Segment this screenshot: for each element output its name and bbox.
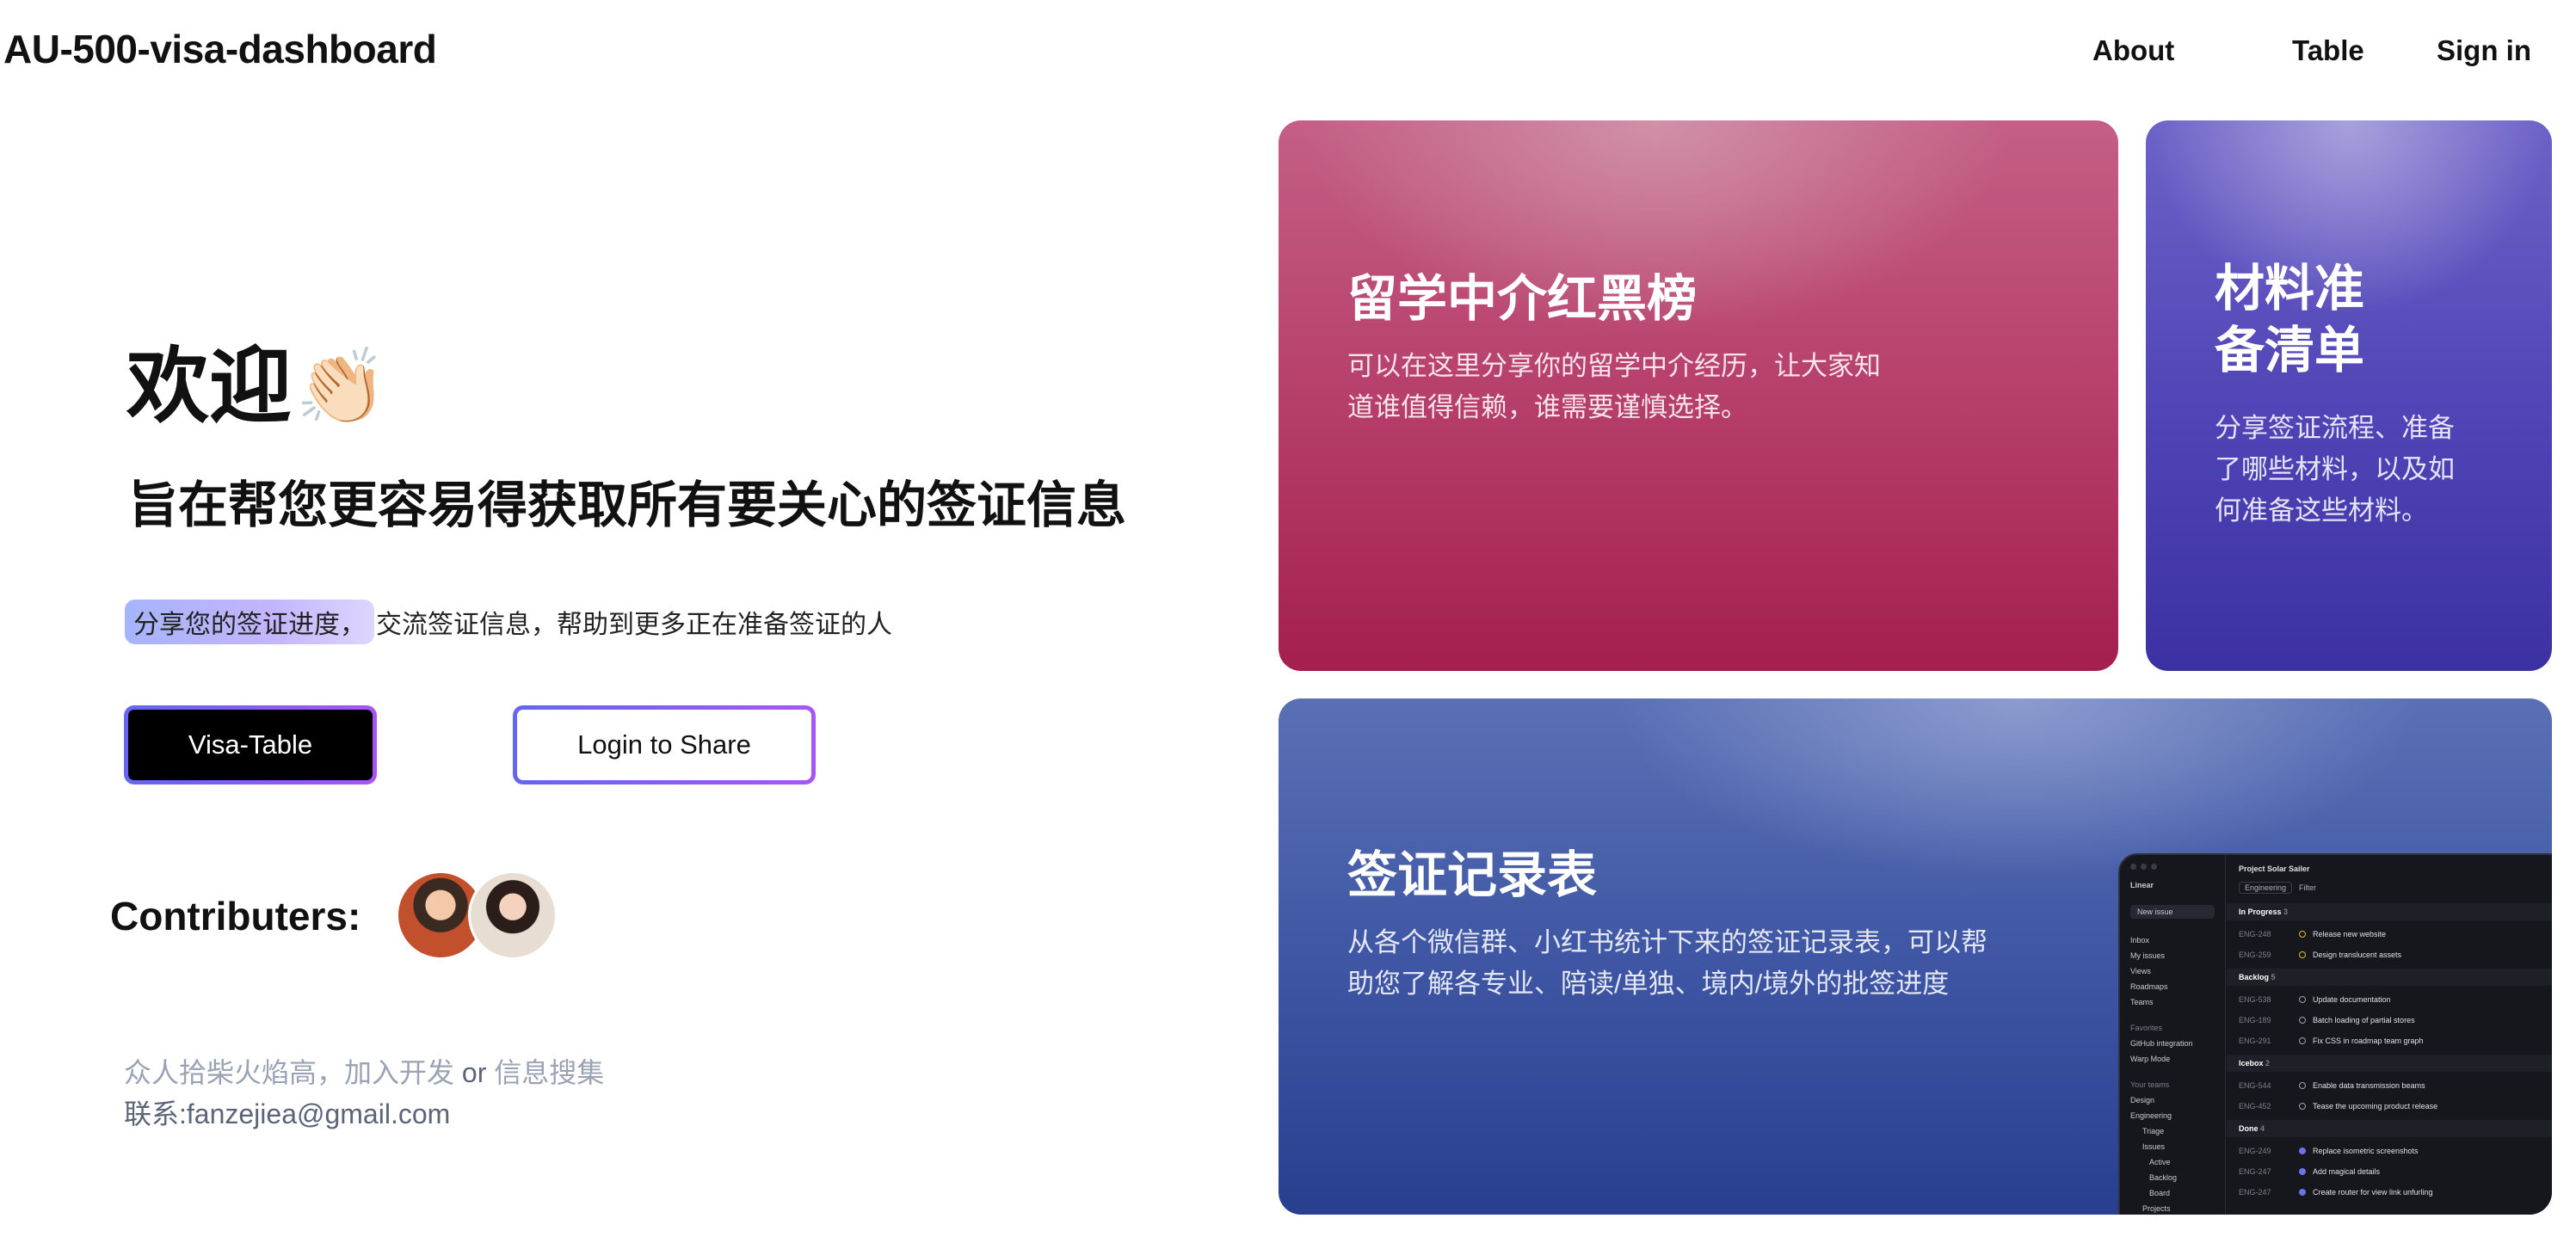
preview-issue-list: Project Solar Sailer Engineering Filter … xyxy=(2227,855,2552,1215)
nav-about-link[interactable]: About xyxy=(2092,34,2174,67)
preview-sidebar-item: GitHub integration xyxy=(2130,1039,2193,1048)
card-title: 签证记录表 xyxy=(1347,847,1598,903)
nav-signin-link[interactable]: Sign in xyxy=(2437,34,2531,67)
app-preview-screenshot: Linear New issue Inbox My issues Views R… xyxy=(2118,853,2552,1215)
clapping-hands-icon: 👏🏻 xyxy=(295,346,388,428)
join-message-or: or xyxy=(454,1057,495,1088)
preview-issue-row: ENG-291 Fix CSS in roadmap team graph xyxy=(2239,1037,2424,1045)
preview-workspace: Linear xyxy=(2130,881,2154,889)
preview-sidebar-item: Teams xyxy=(2130,998,2154,1006)
agency-ranking-card[interactable]: 留学中介红黑榜 可以在这里分享你的留学中介经历，让大家知 道谁值得信赖，谁需要谨… xyxy=(1279,120,2118,671)
welcome-heading: 欢迎 👏🏻 xyxy=(126,346,387,428)
card-title-line: 备清单 xyxy=(2215,323,2365,378)
preview-group-header: Done 4 xyxy=(2227,1120,2552,1137)
visa-table-button[interactable]: Visa-Table xyxy=(124,705,377,784)
preview-team-filter: Engineering xyxy=(2239,882,2293,894)
preview-issue-row: ENG-544 Enable data transmission beams xyxy=(2239,1081,2425,1090)
login-to-share-button[interactable]: Login to Share xyxy=(513,705,816,784)
preview-sidebar-item: Issues xyxy=(2142,1142,2166,1151)
preview-sidebar-item: Projects xyxy=(2142,1204,2171,1213)
join-message: 众人拾柴火焰高，加入开发 or 信息搜集 xyxy=(124,1051,604,1091)
preview-new-issue: New issue xyxy=(2130,905,2215,919)
preview-sidebar-item: Triage xyxy=(2142,1127,2165,1135)
card-description: 从各个微信群、小红书统计下来的签证记录表，可以帮 助您了解各专业、陪读/单独、境… xyxy=(1347,922,1987,1005)
preview-group-header: In Progress 3 xyxy=(2227,903,2552,920)
join-message-start: 众人拾柴火焰高，加入开发 xyxy=(124,1057,455,1088)
welcome-text: 欢迎 xyxy=(126,341,292,433)
visa-records-card[interactable]: 签证记录表 从各个微信群、小红书统计下来的签证记录表，可以帮 助您了解各专业、陪… xyxy=(1279,698,2552,1215)
preview-project-title: Project Solar Sailer xyxy=(2239,864,2310,873)
preview-sidebar-item: Warp Mode xyxy=(2130,1055,2171,1063)
preview-group-header: Icebox 2 xyxy=(2227,1055,2552,1072)
preview-sidebar-item: Design xyxy=(2130,1096,2155,1104)
preview-sidebar-item: Roadmaps xyxy=(2130,982,2168,991)
contributors-label: Contributers: xyxy=(110,894,361,938)
preview-favorites-label: Favorites xyxy=(2130,1024,2163,1032)
hero-subheading: 旨在帮您更容易得获取所有要关心的签证信息 xyxy=(128,477,1127,533)
contributor-avatar[interactable] xyxy=(468,871,558,960)
preview-sidebar-item: Engineering xyxy=(2130,1111,2172,1120)
preview-issue-row: ENG-249 Replace isometric screenshots xyxy=(2239,1147,2419,1155)
site-brand[interactable]: AU-500-visa-dashboard xyxy=(3,26,437,72)
card-description: 可以在这里分享你的留学中介经历，让大家知 道谁值得信赖，谁需要谨慎选择。 xyxy=(1347,346,1881,428)
preview-issue-row: ENG-259 Design translucent assets xyxy=(2239,951,2402,959)
description-highlight: 分享您的签证进度， xyxy=(125,600,374,644)
materials-checklist-card[interactable]: 材料准 备清单 分享签证流程、准备 了哪些材料，以及如 何准备这些材料。 xyxy=(2146,120,2552,671)
preview-teams-label: Your teams xyxy=(2130,1080,2170,1089)
hero-description: 分享您的签证进度， 交流签证信息，帮助到更多正在准备签证的人 xyxy=(125,600,892,644)
preview-issue-row: ENG-248 Release new website xyxy=(2239,930,2387,938)
card-title: 材料准 备清单 xyxy=(2215,258,2364,382)
preview-sidebar-item: My issues xyxy=(2130,951,2166,960)
preview-issue-row: ENG-247 Add magical details xyxy=(2239,1167,2381,1176)
contact-email[interactable]: 联系:fanzejiea@gmail.com xyxy=(124,1092,450,1132)
preview-group-header: Backlog 5 xyxy=(2227,969,2552,986)
card-title-line: 材料准 xyxy=(2215,261,2365,317)
card-text-line: 分享签证流程、准备 xyxy=(2215,413,2455,443)
card-text-line: 从各个微信群、小红书统计下来的签证记录表，可以帮 xyxy=(1347,927,1987,957)
preview-sidebar-item: Board xyxy=(2149,1189,2171,1197)
preview-issue-row: ENG-247 Create router for view link unfur… xyxy=(2239,1188,2433,1197)
card-text-line: 道谁值得信赖，谁需要谨慎选择。 xyxy=(1347,392,1747,422)
preview-sidebar-item: Inbox xyxy=(2130,936,2150,944)
preview-sidebar-item: Backlog xyxy=(2149,1173,2178,1182)
preview-filter-bar: Engineering Filter xyxy=(2227,877,2552,898)
join-message-end: 信息搜集 xyxy=(494,1057,605,1088)
description-text: 交流签证信息，帮助到更多正在准备签证的人 xyxy=(376,611,892,639)
card-text-line: 助您了解各专业、陪读/单独、境内/境外的批签进度 xyxy=(1347,969,1950,999)
nav-table-link[interactable]: Table xyxy=(2292,34,2364,67)
preview-issue-row: ENG-538 Update documentation xyxy=(2239,995,2391,1004)
card-text-line: 何准备这些材料。 xyxy=(2215,495,2428,526)
preview-sidebar-item: Active xyxy=(2149,1158,2171,1166)
preview-issue-row: ENG-189 Batch loading of partial stores xyxy=(2239,1016,2415,1024)
card-text-line: 了哪些材料，以及如 xyxy=(2215,454,2455,484)
preview-sidebar: Linear New issue Inbox My issues Views R… xyxy=(2120,855,2226,1215)
card-description: 分享签证流程、准备 了哪些材料，以及如 何准备这些材料。 xyxy=(2215,408,2455,532)
card-text-line: 可以在这里分享你的留学中介经历，让大家知 xyxy=(1347,351,1881,381)
window-controls xyxy=(2130,864,2157,870)
preview-issue-row: ENG-452 Tease the upcoming product releas… xyxy=(2239,1102,2438,1111)
preview-filter: Filter xyxy=(2299,883,2317,892)
card-title: 留学中介红黑榜 xyxy=(1347,271,1698,327)
preview-sidebar-item: Views xyxy=(2130,967,2151,975)
